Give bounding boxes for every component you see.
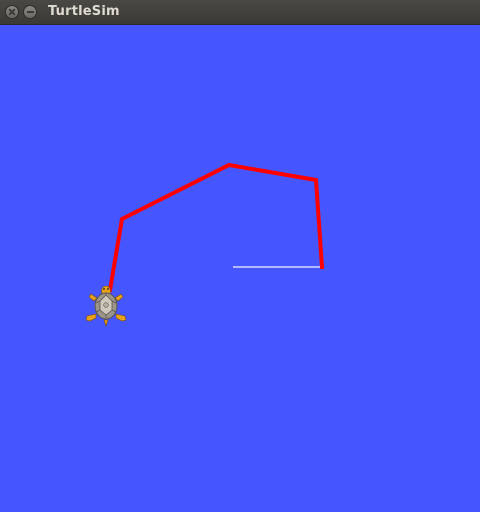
title-bar[interactable]: TurtleSim [0,0,480,25]
pen-trail [107,162,325,293]
minimize-button[interactable] [23,5,37,19]
turtlesim-window: TurtleSim [0,0,480,512]
trail-drawing [85,162,325,327]
turtle-icon [85,285,127,327]
window-title: TurtleSim [48,4,120,19]
turtle-canvas [0,25,480,512]
minimize-icon [26,11,34,13]
close-icon [6,6,18,18]
close-button[interactable] [5,5,19,19]
